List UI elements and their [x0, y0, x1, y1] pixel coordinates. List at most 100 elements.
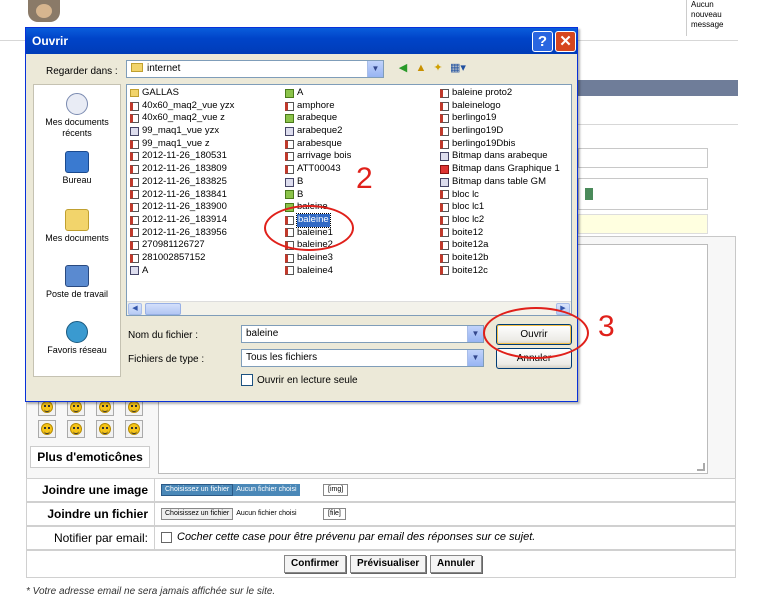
file-picker[interactable]: Choisissez un fichier Aucun fichier choi…: [161, 508, 300, 520]
help-button[interactable]: ?: [532, 31, 553, 52]
scroll-left-icon[interactable]: ◀: [128, 303, 142, 315]
emoticon-button[interactable]: [38, 420, 56, 438]
place-recent-documents[interactable]: Mes documents récents: [34, 93, 120, 139]
file-sc-icon: [130, 126, 139, 136]
file-item[interactable]: Bitmap dans table GM: [440, 176, 560, 189]
new-folder-icon[interactable]: ✦: [431, 61, 445, 75]
file-item[interactable]: boite12: [440, 227, 560, 240]
place-network[interactable]: Favoris réseau: [34, 321, 120, 356]
file-item[interactable]: 2012-11-26_180531: [130, 150, 234, 163]
chevron-down-icon[interactable]: ▼: [467, 326, 483, 342]
scroll-thumb[interactable]: [145, 303, 181, 315]
file-item[interactable]: 40x60_maq2_vue yzx: [130, 100, 234, 113]
emoticon-button[interactable]: [125, 420, 143, 438]
chevron-down-icon[interactable]: ▼: [467, 350, 483, 366]
messages-box[interactable]: Aucun nouveau message: [686, 0, 738, 36]
place-my-documents[interactable]: Mes documents: [34, 209, 120, 244]
file-name: boite12a: [452, 239, 489, 251]
file-column: GALLAS 40x60_maq2_vue yzx 40x60_maq2_vue z…: [130, 87, 234, 277]
file-item[interactable]: 2012-11-26_183914: [130, 214, 234, 227]
place-label: Favoris réseau: [47, 345, 107, 355]
emoticon-button[interactable]: [67, 420, 85, 438]
place-my-computer[interactable]: Poste de travail: [34, 265, 120, 300]
file-doc-icon: [130, 228, 139, 238]
file-item[interactable]: 2012-11-26_183956: [130, 227, 234, 240]
file-item[interactable]: GALLAS: [130, 87, 234, 100]
file-name: 2012-11-26_183900: [142, 201, 227, 213]
file-item[interactable]: 2012-11-26_183900: [130, 201, 234, 214]
file-list[interactable]: GALLAS 40x60_maq2_vue yzx 40x60_maq2_vue z…: [126, 84, 572, 316]
file-item[interactable]: baleine proto2: [440, 87, 560, 100]
filename-input[interactable]: baleine ▼: [241, 325, 484, 343]
file-item[interactable]: berlingo19Dbis: [440, 138, 560, 151]
place-desktop[interactable]: Bureau: [34, 151, 120, 186]
look-in-select[interactable]: internet ▼: [126, 60, 384, 78]
format-icon[interactable]: [585, 188, 593, 200]
readonly-label: Ouvrir en lecture seule: [257, 375, 358, 386]
image-file-picker[interactable]: Choisissez un fichier Aucun fichier choi…: [161, 484, 300, 496]
file-item[interactable]: B: [285, 176, 351, 189]
file-item[interactable]: bloc lc1: [440, 201, 560, 214]
file-name: 2012-11-26_183825: [142, 175, 227, 187]
file-name: bloc lc: [452, 188, 479, 200]
file-item[interactable]: arabesque: [285, 138, 351, 151]
more-emoticons-link[interactable]: Plus d'emoticônes: [30, 446, 150, 468]
file-item[interactable]: bloc lc: [440, 189, 560, 202]
file-item[interactable]: 40x60_maq2_vue z: [130, 112, 234, 125]
file-item[interactable]: bloc lc2: [440, 214, 560, 227]
file-item[interactable]: baleine3: [285, 252, 351, 265]
readonly-checkbox[interactable]: [241, 374, 253, 386]
file-item[interactable]: boite12a: [440, 239, 560, 252]
file-item[interactable]: arabeque: [285, 112, 351, 125]
file-item[interactable]: baleinelogo: [440, 100, 560, 113]
choose-file-button[interactable]: Choisissez un fichier: [161, 508, 234, 520]
look-in-label: Regarder dans :: [46, 66, 118, 77]
file-doc-icon: [130, 164, 139, 174]
chevron-down-icon[interactable]: ▼: [367, 61, 383, 77]
file-item[interactable]: berlingo19: [440, 112, 560, 125]
choose-image-button[interactable]: Choisissez un fichier: [161, 484, 234, 496]
up-folder-icon[interactable]: ▲: [414, 61, 428, 75]
file-tag-button[interactable]: [file]: [323, 508, 346, 520]
back-icon[interactable]: ◀: [396, 61, 410, 75]
file-name: GALLAS: [142, 87, 179, 98]
cancel-post-button[interactable]: Annuler: [430, 555, 482, 573]
file-img-icon: [285, 88, 294, 98]
file-item[interactable]: 281002857152: [130, 252, 234, 265]
resize-grip-icon[interactable]: [697, 463, 705, 471]
file-item[interactable]: boite12c: [440, 265, 560, 278]
file-item[interactable]: 270981126727: [130, 239, 234, 252]
file-item[interactable]: ATT00043: [285, 163, 351, 176]
emoticon-button[interactable]: [96, 420, 114, 438]
file-name: 2012-11-26_183809: [142, 163, 227, 175]
view-menu-icon[interactable]: ▦▾: [448, 61, 468, 75]
file-item[interactable]: berlingo19D: [440, 125, 560, 138]
notify-checkbox[interactable]: [161, 532, 172, 543]
file-item[interactable]: A: [130, 265, 234, 278]
file-item[interactable]: baleine4: [285, 265, 351, 278]
img-tag-button[interactable]: [img]: [323, 484, 349, 496]
file-item[interactable]: 99_maq1_vue z: [130, 138, 234, 151]
file-item[interactable]: 2012-11-26_183825: [130, 176, 234, 189]
subject-input[interactable]: [578, 148, 708, 168]
file-item[interactable]: 2012-11-26_183841: [130, 189, 234, 202]
file-item[interactable]: amphore: [285, 100, 351, 113]
smiley-icon: [99, 423, 111, 435]
file-name: boite12: [452, 226, 484, 238]
file-item[interactable]: 99_maq1_vue yzx: [130, 125, 234, 138]
file-item[interactable]: B: [285, 189, 351, 202]
file-item[interactable]: A: [285, 87, 351, 100]
file-item[interactable]: arabeque2: [285, 125, 351, 138]
dialog-titlebar[interactable]: Ouvrir ? ✕: [26, 28, 577, 54]
file-item[interactable]: 2012-11-26_183809: [130, 163, 234, 176]
file-item[interactable]: boite12b: [440, 252, 560, 265]
divider: [578, 124, 738, 125]
preview-button[interactable]: Prévisualiser: [350, 555, 427, 573]
close-button[interactable]: ✕: [555, 31, 576, 52]
smiley-icon: [99, 401, 111, 413]
confirm-button[interactable]: Confirmer: [284, 555, 346, 573]
file-item[interactable]: arrivage bois: [285, 150, 351, 163]
filetype-select[interactable]: Tous les fichiers ▼: [241, 349, 484, 367]
file-item[interactable]: Bitmap dans arabeque: [440, 150, 560, 163]
file-item[interactable]: Bitmap dans Graphique 1: [440, 163, 560, 176]
